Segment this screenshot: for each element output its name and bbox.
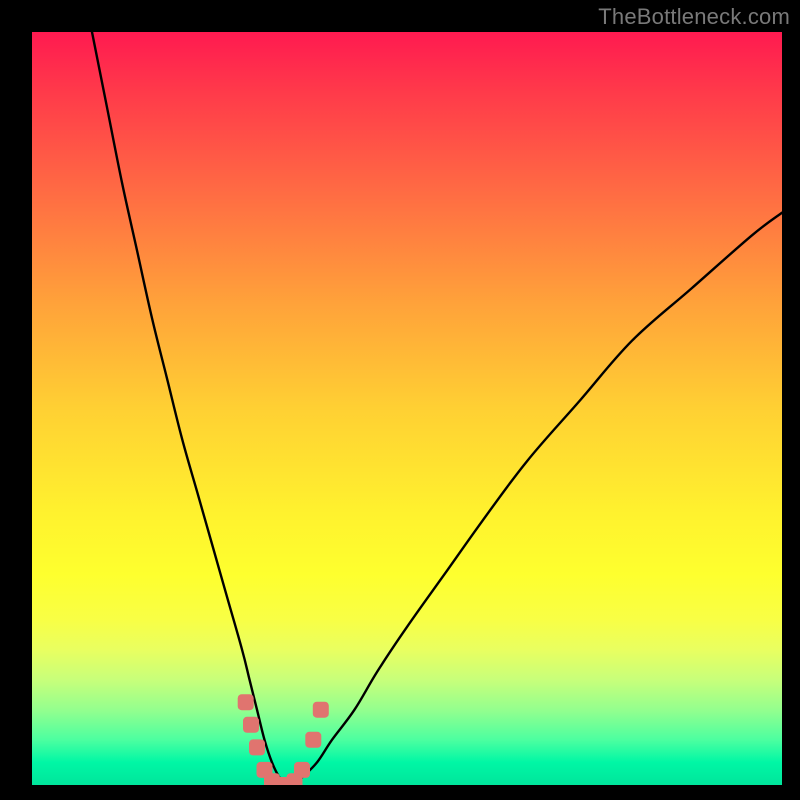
chart-frame: TheBottleneck.com [0,0,800,800]
curve-marker [305,732,321,748]
curve-marker [243,717,259,733]
curve-marker [313,702,329,718]
curve-marker [294,762,310,778]
chart-svg [32,32,782,785]
curve-markers [238,694,329,785]
watermark-text: TheBottleneck.com [598,4,790,30]
curve-marker [249,739,265,755]
curve-layer [92,32,782,785]
curve-marker [238,694,254,710]
bottleneck-curve [92,32,782,785]
plot-area [32,32,782,785]
